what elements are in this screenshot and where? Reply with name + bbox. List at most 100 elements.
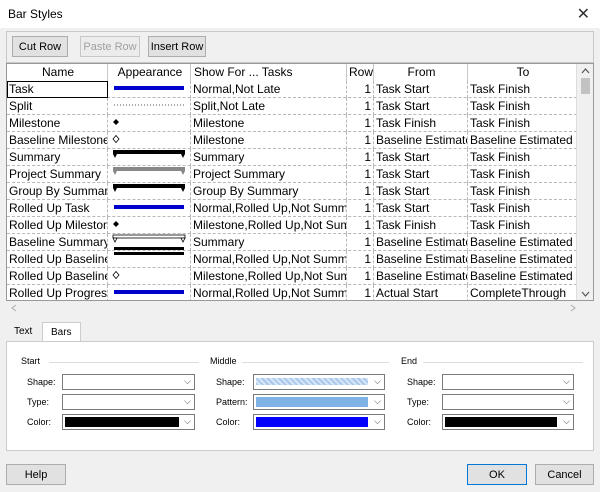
cell-row[interactable]: 1 xyxy=(347,81,374,98)
cell-to[interactable]: Task Finish xyxy=(468,166,577,183)
cell-showfor[interactable]: Normal,Rolled Up,Not Summ xyxy=(191,251,347,268)
end-shape-select[interactable]: ⌵ xyxy=(442,374,574,390)
cell-from[interactable]: Task Start xyxy=(374,183,468,200)
cell-to[interactable]: CompleteThrough xyxy=(468,285,577,300)
bar-styles-grid[interactable]: Name Appearance Show For ... Tasks Row F… xyxy=(6,63,594,301)
cell-appearance[interactable] xyxy=(108,268,191,285)
table-row[interactable]: Baseline Summary Summary 1 Baseline Estimat… xyxy=(7,234,577,251)
cell-showfor[interactable]: Summary xyxy=(191,234,347,251)
cell-row[interactable]: 1 xyxy=(347,268,374,285)
cell-name[interactable]: Baseline Milestone xyxy=(7,132,108,149)
table-row[interactable]: Project Summary Project Summary 1 Task Star… xyxy=(7,166,577,183)
cancel-button[interactable]: Cancel xyxy=(535,464,594,485)
tab-bars[interactable]: Bars xyxy=(42,322,81,342)
cell-name[interactable]: Project Summary xyxy=(7,166,108,183)
cell-name[interactable]: Group By Summar xyxy=(7,183,108,200)
cell-row[interactable]: 1 xyxy=(347,132,374,149)
table-row[interactable]: Group By Summar Group By Summary 1 Task Sta… xyxy=(7,183,577,200)
cell-appearance[interactable] xyxy=(108,217,191,234)
cell-name[interactable]: Rolled Up Baseline xyxy=(7,268,108,285)
cell-from[interactable]: Task Start xyxy=(374,149,468,166)
cell-showfor[interactable]: Milestone xyxy=(191,132,347,149)
table-row[interactable]: Rolled Up Progress Normal,Rolled Up,Not S… xyxy=(7,285,577,300)
middle-shape-select[interactable]: ⌵ xyxy=(253,374,385,390)
horizontal-scrollbar[interactable] xyxy=(6,301,594,315)
cell-appearance[interactable] xyxy=(108,98,191,115)
cell-row[interactable]: 1 xyxy=(347,285,374,300)
cell-row[interactable]: 1 xyxy=(347,149,374,166)
table-row[interactable]: Milestone Milestone 1 Task Finish Task Finis… xyxy=(7,115,577,132)
close-icon[interactable]: ✕ xyxy=(577,4,590,24)
cell-appearance[interactable] xyxy=(108,251,191,268)
cell-showfor[interactable]: Normal,Not Late xyxy=(191,81,347,98)
vertical-scrollbar[interactable] xyxy=(576,64,593,300)
table-row[interactable]: Rolled Up Mileston Milestone,Rolled Up,No… xyxy=(7,217,577,234)
cell-showfor[interactable]: Summary xyxy=(191,149,347,166)
cell-name[interactable]: Task xyxy=(7,81,108,98)
middle-color-select[interactable]: ⌵ xyxy=(253,414,385,430)
cell-from[interactable]: Task Finish xyxy=(374,115,468,132)
cell-to[interactable]: Task Finish xyxy=(468,217,577,234)
cell-to[interactable]: Task Finish xyxy=(468,183,577,200)
table-row[interactable]: Split Split,Not Late 1 Task Start Task Finis… xyxy=(7,98,577,115)
middle-pattern-select[interactable]: ⌵ xyxy=(253,394,385,410)
cell-appearance[interactable] xyxy=(108,115,191,132)
cell-showfor[interactable]: Normal,Rolled Up,Not Summ xyxy=(191,200,347,217)
cell-appearance[interactable] xyxy=(108,149,191,166)
cell-from[interactable]: Baseline Estimate xyxy=(374,268,468,285)
cell-name[interactable]: Rolled Up Baseline xyxy=(7,251,108,268)
cell-from[interactable]: Baseline Estimate xyxy=(374,234,468,251)
cell-appearance[interactable] xyxy=(108,183,191,200)
cut-row-button[interactable]: Cut Row xyxy=(12,36,68,57)
col-from-header[interactable]: From xyxy=(374,64,468,81)
cell-appearance[interactable] xyxy=(108,81,191,98)
col-to-header[interactable]: To xyxy=(468,64,577,81)
table-row[interactable]: Baseline Milestone Milestone 1 Baseline Est… xyxy=(7,132,577,149)
cell-name[interactable]: Milestone xyxy=(7,115,108,132)
ok-button[interactable]: OK xyxy=(467,464,527,485)
cell-from[interactable]: Task Finish xyxy=(374,217,468,234)
cell-from[interactable]: Actual Start xyxy=(374,285,468,300)
table-row[interactable]: Rolled Up Baseline Milestone,Rolled Up,No… xyxy=(7,268,577,285)
cell-name[interactable]: Rolled Up Progress xyxy=(7,285,108,300)
end-color-select[interactable]: ⌵ xyxy=(442,414,574,430)
table-row[interactable]: Rolled Up Task Normal,Rolled Up,Not Summ 1… xyxy=(7,200,577,217)
cell-row[interactable]: 1 xyxy=(347,183,374,200)
cell-name[interactable]: Summary xyxy=(7,149,108,166)
start-color-select[interactable]: ⌵ xyxy=(62,414,195,430)
cell-row[interactable]: 1 xyxy=(347,200,374,217)
cell-name[interactable]: Split xyxy=(7,98,108,115)
cell-to[interactable]: Task Finish xyxy=(468,200,577,217)
cell-showfor[interactable]: Group By Summary xyxy=(191,183,347,200)
cell-name[interactable]: Rolled Up Mileston xyxy=(7,217,108,234)
col-row-header[interactable]: Row xyxy=(347,64,374,81)
cell-appearance[interactable] xyxy=(108,200,191,217)
cell-to[interactable]: Baseline Estimated F xyxy=(468,268,577,285)
start-shape-select[interactable]: ⌵ xyxy=(62,374,195,390)
cell-to[interactable]: Task Finish xyxy=(468,98,577,115)
cell-showfor[interactable]: Milestone xyxy=(191,115,347,132)
cell-from[interactable]: Baseline Estimate xyxy=(374,251,468,268)
cell-to[interactable]: Task Finish xyxy=(468,149,577,166)
table-row[interactable]: Task Normal,Not Late 1 Task Start Task Finis… xyxy=(7,81,577,98)
cell-row[interactable]: 1 xyxy=(347,166,374,183)
cell-row[interactable]: 1 xyxy=(347,115,374,132)
cell-appearance[interactable] xyxy=(108,285,191,300)
cell-name[interactable]: Rolled Up Task xyxy=(7,200,108,217)
cell-appearance[interactable] xyxy=(108,166,191,183)
col-appearance-header[interactable]: Appearance xyxy=(108,64,191,81)
start-type-select[interactable]: ⌵ xyxy=(62,394,195,410)
cell-showfor[interactable]: Milestone,Rolled Up,Not Summ xyxy=(191,268,347,285)
cell-showfor[interactable]: Normal,Rolled Up,Not Summ xyxy=(191,285,347,300)
cell-from[interactable]: Task Start xyxy=(374,98,468,115)
col-name-header[interactable]: Name xyxy=(7,64,108,81)
cell-name[interactable]: Baseline Summary xyxy=(7,234,108,251)
cell-to[interactable]: Baseline Estimated F xyxy=(468,251,577,268)
cell-to[interactable]: Task Finish xyxy=(468,81,577,98)
cell-from[interactable]: Task Start xyxy=(374,81,468,98)
cell-from[interactable]: Baseline Estimate xyxy=(374,132,468,149)
col-showfor-header[interactable]: Show For ... Tasks xyxy=(191,64,347,81)
tab-text[interactable]: Text xyxy=(6,322,40,342)
cell-from[interactable]: Task Start xyxy=(374,166,468,183)
cell-row[interactable]: 1 xyxy=(347,98,374,115)
